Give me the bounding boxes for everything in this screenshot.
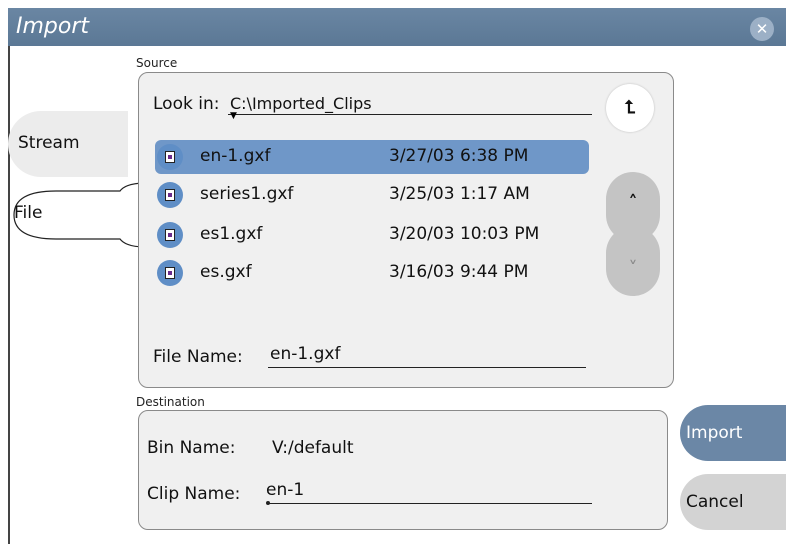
file-icon	[157, 260, 183, 286]
file-date: 3/25/03 1:17 AM	[389, 184, 530, 204]
file-name: es1.gxf	[200, 224, 263, 244]
look-in-label: Look in:	[153, 94, 220, 114]
dropdown-arrow-icon[interactable]: ▼	[230, 111, 237, 121]
file-name-underline	[268, 367, 586, 368]
look-in-underline	[228, 114, 592, 115]
look-in-path[interactable]: C:\Imported_Clips	[230, 94, 372, 113]
file-row[interactable]: es1.gxf 3/20/03 10:03 PM	[155, 218, 589, 252]
destination-panel	[138, 410, 668, 530]
bin-name-label: Bin Name:	[147, 438, 236, 458]
close-icon: ✕	[755, 20, 769, 38]
destination-section-label: Destination	[136, 395, 205, 409]
tab-file-label: File	[14, 203, 43, 223]
source-section-label: Source	[136, 56, 178, 70]
window-border	[8, 46, 10, 544]
clip-name-field[interactable]: en-1	[266, 480, 304, 500]
title-bar: Import ✕	[8, 8, 786, 46]
scroll-neck	[618, 222, 648, 246]
file-date: 3/27/03 6:38 PM	[389, 146, 529, 166]
bin-name-value: V:/default	[272, 438, 354, 458]
file-name: series1.gxf	[200, 184, 294, 204]
clip-name-underline	[268, 503, 592, 504]
up-folder-icon: ⮤	[624, 97, 636, 118]
file-icon	[157, 182, 183, 208]
tab-stream[interactable]: Stream	[8, 111, 128, 177]
close-button[interactable]: ✕	[750, 17, 774, 41]
file-list-scrollbar[interactable]: ˄ ˅	[606, 172, 660, 296]
file-date: 3/20/03 10:03 PM	[389, 224, 540, 244]
file-row[interactable]: es.gxf 3/16/03 9:44 PM	[155, 256, 589, 290]
file-row[interactable]: series1.gxf 3/25/03 1:17 AM	[155, 178, 589, 212]
import-button[interactable]: Import	[680, 405, 786, 461]
file-row[interactable]: en-1.gxf 3/27/03 6:38 PM	[155, 140, 589, 174]
dialog-title: Import	[16, 14, 90, 39]
file-name: es.gxf	[200, 262, 252, 282]
import-dialog: Import ✕ Stream File Source Look in: C:\…	[8, 8, 786, 544]
text-cursor-icon	[266, 501, 270, 505]
file-name-label: File Name:	[153, 347, 243, 367]
tab-stream-label: Stream	[18, 133, 80, 153]
up-folder-button[interactable]: ⮤	[606, 84, 654, 132]
file-icon	[157, 144, 183, 170]
cancel-button[interactable]: Cancel	[680, 474, 786, 530]
chevron-up-icon[interactable]: ˄	[606, 192, 660, 213]
file-date: 3/16/03 9:44 PM	[389, 262, 529, 282]
file-icon	[157, 222, 183, 248]
chevron-down-icon[interactable]: ˅	[606, 258, 660, 279]
clip-name-label: Clip Name:	[147, 484, 241, 504]
file-name-field[interactable]: en-1.gxf	[270, 344, 340, 364]
file-name: en-1.gxf	[200, 146, 271, 166]
